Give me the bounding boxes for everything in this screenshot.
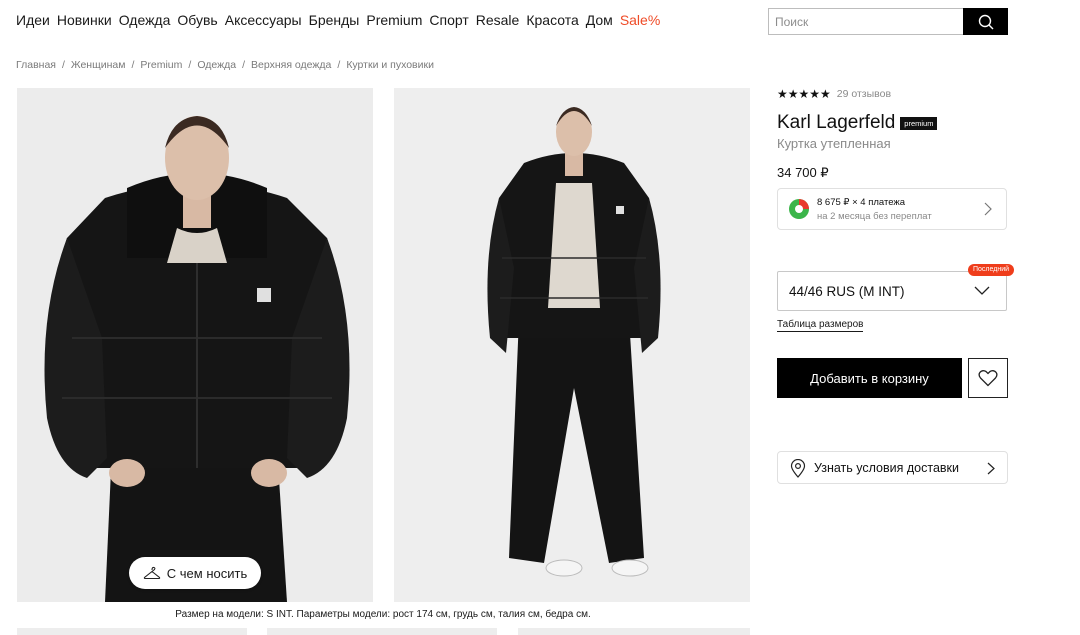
nav-item-ideas[interactable]: Идеи [16,12,50,28]
delivery-info-label: Узнать условия доставки [814,461,959,475]
nav-item-resale[interactable]: Resale [476,12,520,28]
nav-item-sale[interactable]: Sale% [620,12,660,28]
size-select-value: 44/46 RUS (M INT) [789,284,905,299]
brand-name[interactable]: Karl Lagerfeld [777,112,895,134]
search-button[interactable] [963,8,1008,35]
premium-badge: premium [900,116,938,130]
nav-item-beauty[interactable]: Красота [526,12,578,28]
outfit-suggestions-button[interactable]: С чем носить [129,557,261,589]
nav-item-premium[interactable]: Premium [366,12,422,28]
breadcrumb-item[interactable]: Premium [140,59,182,71]
nav-item-home[interactable]: Дом [586,12,613,28]
search-icon [978,14,993,29]
main-nav: Идеи Новинки Одежда Обувь Аксессуары Бре… [16,12,667,28]
product-photo-main[interactable] [17,88,373,602]
split-payment-logo-icon [789,199,809,219]
nav-item-shoes[interactable]: Обувь [177,12,217,28]
product-brand[interactable]: Karl Lagerfeld premium [777,112,938,134]
breadcrumb-separator: / [337,59,341,71]
product-subtitle: Куртка утепленная [777,136,891,151]
installment-payment-widget[interactable]: 8 675 ₽ × 4 платежа на 2 месяца без пере… [777,188,1007,230]
breadcrumb-item[interactable]: Одежда [197,59,236,71]
nav-item-clothes[interactable]: Одежда [119,12,171,28]
rating-stars: ★★★★★ [777,87,831,101]
last-item-badge: Последний [968,264,1015,276]
breadcrumb-separator: / [188,59,192,71]
model-fullbody-illustration [394,88,750,602]
chevron-right-icon [987,462,995,475]
breadcrumb-separator: / [242,59,246,71]
search-bar [768,8,1008,35]
delivery-info-button[interactable]: Узнать условия доставки [777,451,1008,484]
chevron-right-icon [984,202,992,216]
breadcrumb-item[interactable]: Главная [16,59,56,71]
add-to-cart-button[interactable]: Добавить в корзину [777,358,962,398]
size-select[interactable]: 44/46 RUS (M INT) [777,271,1007,311]
nav-item-new[interactable]: Новинки [57,12,112,28]
product-photo-secondary[interactable] [394,88,750,602]
breadcrumb-item[interactable]: Куртки и пуховики [346,59,434,71]
model-closeup-illustration [17,88,373,602]
search-input[interactable] [768,8,963,35]
breadcrumb-separator: / [61,59,65,71]
gallery-thumbnail[interactable] [518,628,750,635]
breadcrumb-item[interactable]: Верхняя одежда [251,59,331,71]
nav-item-brands[interactable]: Бренды [309,12,360,28]
location-pin-icon [790,459,806,478]
breadcrumb-separator: / [131,59,135,71]
size-chart-link[interactable]: Таблица размеров [777,319,864,332]
reviews-count[interactable]: 29 отзывов [837,88,891,100]
gallery-thumbnail[interactable] [267,628,497,635]
add-to-favorites-button[interactable] [968,358,1008,398]
gallery-thumbnail[interactable] [17,628,247,635]
chevron-down-icon [974,286,990,295]
nav-item-sport[interactable]: Спорт [429,12,468,28]
heart-icon [978,370,998,387]
installment-terms: на 2 месяца без переплат [817,211,932,222]
installment-amount: 8 675 ₽ × 4 платежа [817,197,906,208]
outfit-suggestions-label: С чем носить [166,565,248,581]
product-rating[interactable]: ★★★★★ 29 отзывов [777,87,891,101]
breadcrumb-item[interactable]: Женщинам [71,59,126,71]
product-price: 34 700 ₽ [777,165,829,180]
hanger-icon [143,566,160,580]
nav-item-accessories[interactable]: Аксессуары [225,12,302,28]
model-size-caption: Размер на модели: S INT. Параметры модел… [175,609,591,620]
breadcrumb: Главная / Женщинам / Premium / Одежда / Верхняя … [16,59,434,71]
